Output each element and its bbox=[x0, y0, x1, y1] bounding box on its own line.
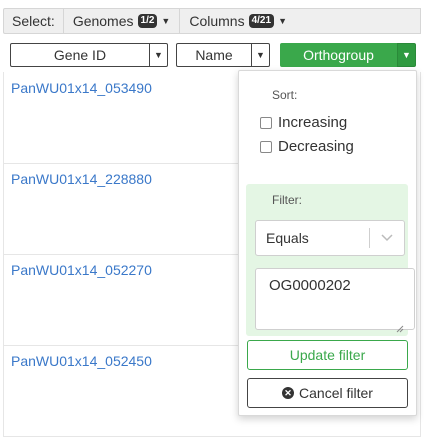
columns-count-badge: 4/21 bbox=[248, 14, 275, 28]
gene-id-column-button[interactable]: Gene ID bbox=[10, 43, 150, 67]
genomes-label: Genomes bbox=[72, 13, 134, 29]
toolbar-spacer bbox=[295, 8, 421, 34]
select-label: Select: bbox=[3, 8, 63, 34]
column-header-gene-id: Gene ID ▼ bbox=[10, 43, 168, 67]
name-column-dropdown-toggle[interactable]: ▼ bbox=[252, 43, 270, 67]
sort-increasing-label: Increasing bbox=[278, 114, 348, 131]
orthogroup-column-button[interactable]: Orthogroup bbox=[280, 43, 397, 67]
genomes-count-badge: 1/2 bbox=[137, 14, 158, 28]
sort-increasing-option[interactable]: Increasing bbox=[260, 114, 347, 131]
caret-down-icon: ▼ bbox=[402, 50, 411, 60]
sort-decreasing-checkbox[interactable] bbox=[260, 140, 272, 153]
sort-increasing-checkbox[interactable] bbox=[260, 116, 272, 129]
row-divider bbox=[3, 254, 238, 255]
chevron-down-icon bbox=[370, 234, 404, 242]
gene-id-column-dropdown-toggle[interactable]: ▼ bbox=[150, 43, 168, 67]
name-column-button[interactable]: Name bbox=[176, 43, 252, 67]
column-header-orthogroup: Orthogroup ▼ bbox=[280, 43, 416, 67]
filter-panel: Filter: Equals OG0000202 bbox=[246, 184, 415, 336]
cancel-filter-label: Cancel filter bbox=[299, 385, 373, 401]
sort-title: Sort: bbox=[272, 88, 298, 102]
caret-down-icon: ▼ bbox=[278, 16, 287, 26]
update-filter-button[interactable]: Update filter bbox=[247, 340, 408, 370]
row-divider bbox=[3, 345, 238, 346]
sort-decreasing-label: Decreasing bbox=[278, 138, 354, 155]
close-circle-icon: ✕ bbox=[282, 387, 295, 399]
genomes-button[interactable]: Genomes 1/2 ▼ bbox=[62, 8, 180, 34]
caret-down-icon: ▼ bbox=[154, 50, 163, 60]
caret-down-icon: ▼ bbox=[256, 50, 265, 60]
orthogroup-column-dropdown-toggle[interactable]: ▼ bbox=[397, 43, 416, 67]
cancel-filter-button[interactable]: ✕ Cancel filter bbox=[247, 378, 408, 408]
caret-down-icon: ▼ bbox=[161, 16, 171, 26]
sort-decreasing-option[interactable]: Decreasing bbox=[260, 138, 354, 155]
gene-id-link[interactable]: PanWU01x14_228880 bbox=[11, 171, 152, 187]
table-right-border bbox=[420, 72, 421, 437]
gene-id-link[interactable]: PanWU01x14_052270 bbox=[11, 262, 152, 278]
filter-title: Filter: bbox=[272, 193, 302, 207]
filter-value-textarea[interactable]: OG0000202 bbox=[255, 268, 415, 330]
table-bottom-border bbox=[3, 436, 421, 437]
column-header-name: Name ▼ bbox=[176, 43, 270, 67]
columns-label: Columns bbox=[189, 13, 245, 29]
orthogroup-column-dropdown: Sort: Increasing Decreasing Filter: Equa… bbox=[238, 70, 417, 416]
resize-handle-icon[interactable] bbox=[396, 320, 404, 333]
filter-operator-select[interactable]: Equals bbox=[255, 220, 405, 256]
filter-operator-value: Equals bbox=[266, 230, 309, 246]
gene-id-link[interactable]: PanWU01x14_052450 bbox=[11, 353, 152, 369]
toolbar: Select: Genomes 1/2 ▼ Columns 4/21 ▼ bbox=[3, 8, 421, 34]
row-divider bbox=[3, 163, 238, 164]
columns-button[interactable]: Columns 4/21 ▼ bbox=[179, 8, 296, 34]
gene-id-link[interactable]: PanWU01x14_053490 bbox=[11, 80, 152, 96]
